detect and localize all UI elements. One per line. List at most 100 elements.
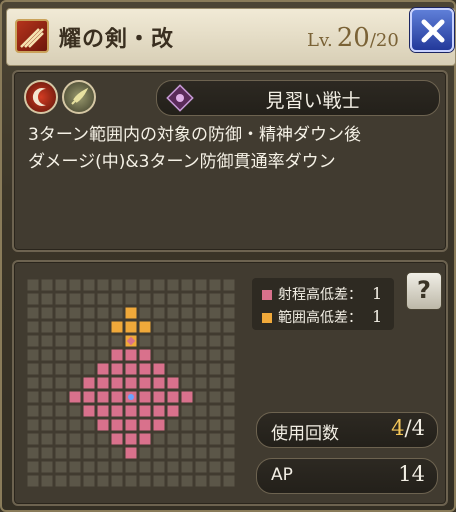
grid-cell [69, 279, 81, 291]
grid-cell [167, 475, 179, 487]
range-cell [139, 391, 151, 403]
grid-cell [209, 377, 221, 389]
grid-cell [139, 475, 151, 487]
grid-cell [27, 307, 39, 319]
grid-cell [209, 279, 221, 291]
legend-range-label: 射程高低差： [278, 287, 362, 303]
legend-area-label: 範囲高低差： [278, 310, 362, 326]
level-label: Lv. [307, 30, 333, 51]
grid-cell [139, 279, 151, 291]
description-panel: 見習い戦士 3ターン範囲内の対象の防御・精神ダウン後 ダメージ(中)&3ターン防… [12, 70, 448, 252]
grid-cell [97, 307, 109, 319]
grid-cell [209, 391, 221, 403]
grid-cell [55, 433, 67, 445]
range-cell [139, 419, 151, 431]
grid-cell [27, 419, 39, 431]
grid-cell [181, 349, 193, 361]
legend-range-height: 射程高低差： 1 [262, 284, 382, 304]
ap-box: AP 14 [256, 458, 438, 494]
grid-cell [167, 293, 179, 305]
grid-cell [195, 391, 207, 403]
range-cell [83, 405, 95, 417]
grid-cell [139, 293, 151, 305]
grid-cell [181, 475, 193, 487]
grid-cell [195, 307, 207, 319]
grid-cell [195, 279, 207, 291]
area-cell [139, 321, 151, 333]
help-icon: ? [417, 276, 431, 304]
grid-cell [83, 363, 95, 375]
grid-cell [167, 349, 179, 361]
grid-cell [41, 293, 53, 305]
grid-cell [195, 377, 207, 389]
grid-cell [55, 349, 67, 361]
grid-cell [41, 279, 53, 291]
close-button[interactable] [410, 8, 454, 52]
feather-wind-icon [62, 80, 96, 114]
level-current: 20 [336, 23, 370, 53]
grid-cell [153, 433, 165, 445]
grid-cell [27, 293, 39, 305]
grid-cell [153, 349, 165, 361]
grid-cell [181, 321, 193, 333]
grid-cell [69, 363, 81, 375]
level-display: Lv. 20/20 [307, 23, 399, 53]
grid-cell [83, 335, 95, 347]
grid-cell [97, 321, 109, 333]
range-cell [125, 433, 137, 445]
use-count-separator: / [404, 416, 412, 440]
grid-cell [153, 307, 165, 319]
grid-cell [167, 279, 179, 291]
grid-cell [97, 461, 109, 473]
grid-cell [27, 475, 39, 487]
grid-cell [209, 419, 221, 431]
grid-cell [27, 335, 39, 347]
range-cell [125, 419, 137, 431]
grid-cell [195, 293, 207, 305]
grid-cell [209, 405, 221, 417]
grid-cell [41, 405, 53, 417]
legend-range-value: 1 [372, 284, 383, 303]
help-button[interactable]: ? [406, 272, 442, 310]
grid-cell [209, 475, 221, 487]
grid-cell [167, 461, 179, 473]
grid-cell [111, 335, 123, 347]
grid-cell [223, 461, 235, 473]
grid-cell [55, 405, 67, 417]
range-cell [153, 405, 165, 417]
range-cell [111, 377, 123, 389]
range-cell [181, 391, 193, 403]
grid-cell [125, 279, 137, 291]
grid-cell [27, 405, 39, 417]
grid-cell [69, 433, 81, 445]
grid-cell [139, 461, 151, 473]
grid-cell [97, 475, 109, 487]
grid-cell [181, 405, 193, 417]
grid-cell [139, 307, 151, 319]
range-cell [167, 391, 179, 403]
grid-cell [83, 433, 95, 445]
grid-cell [83, 279, 95, 291]
skill-name: 耀の剣・改 [59, 27, 175, 52]
grid-cell [27, 321, 39, 333]
range-cell [111, 363, 123, 375]
grid-cell [69, 293, 81, 305]
grid-cell [195, 405, 207, 417]
range-cell [167, 377, 179, 389]
legend-area-value: 1 [372, 307, 383, 326]
job-badge: 見習い戦士 [156, 80, 440, 116]
grid-cell [41, 307, 53, 319]
grid-cell [139, 335, 151, 347]
range-panel: 射程高低差： 1 範囲高低差： 1 ? 使用回数 4/4 AP 14 [12, 260, 448, 506]
grid-cell [209, 461, 221, 473]
grid-cell [69, 447, 81, 459]
grid-cell [223, 279, 235, 291]
grid-cell [209, 433, 221, 445]
grid-cell [27, 461, 39, 473]
grid-cell [111, 475, 123, 487]
grid-cell [195, 461, 207, 473]
grid-cell [167, 419, 179, 431]
grid-cell [167, 335, 179, 347]
use-count-current: 4 [391, 416, 405, 440]
job-name: 見習い戦士 [265, 90, 361, 112]
